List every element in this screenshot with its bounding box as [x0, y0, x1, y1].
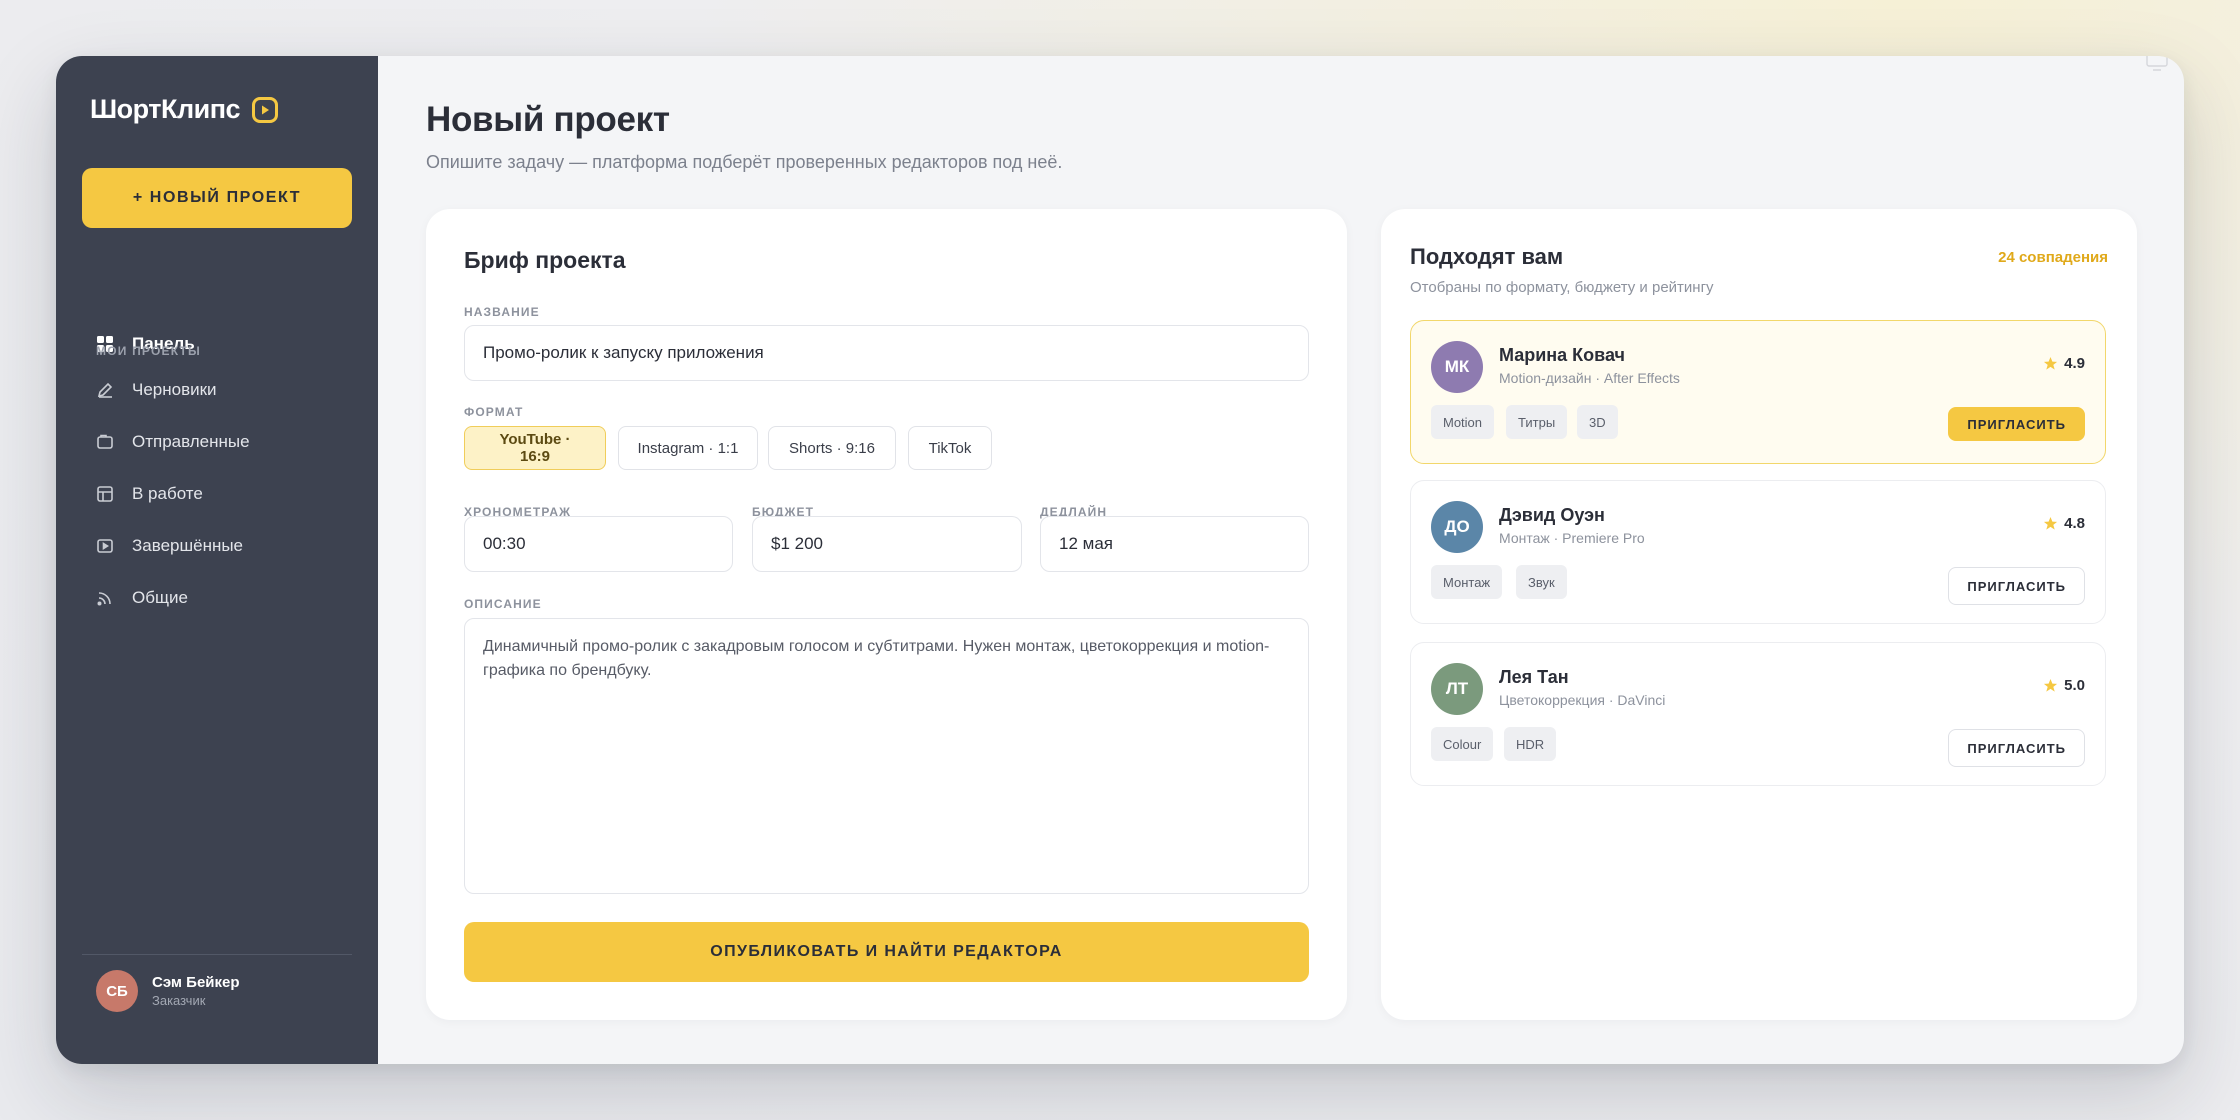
editor-card-david[interactable]: ДО Дэвид Оуэн Монтаж · Premiere Pro 4.8 …	[1410, 480, 2106, 624]
sidebar-item-label: Отправленные	[132, 432, 250, 451]
matches-subtitle: Отобраны по формату, бюджету и рейтингу	[1410, 279, 1714, 296]
new-project-button[interactable]: + НОВЫЙ ПРОЕКТ	[82, 168, 352, 228]
invite-button[interactable]: ПРИГЛАСИТЬ	[1948, 567, 2085, 605]
invite-button[interactable]: ПРИГЛАСИТЬ	[1948, 729, 2085, 767]
format-chip-shorts[interactable]: Shorts · 9:16	[768, 426, 896, 470]
play-icon	[252, 96, 279, 123]
app-window: ШортКлипс + НОВЫЙ ПРОЕКТ Панель МОИ ПРОЕ…	[56, 56, 2184, 1064]
brief-title: Бриф проекта	[464, 247, 626, 273]
format-chip-tiktok[interactable]: TikTok	[908, 426, 992, 470]
main-content: Новый проект Опишите задачу — платформа …	[378, 56, 2184, 1064]
sidebar-item-shared[interactable]: Общие	[96, 588, 188, 608]
invite-button[interactable]: ПРИГЛАСИТЬ	[1948, 407, 2085, 441]
star-icon	[2044, 678, 2058, 692]
editor-rating: 4.8	[2043, 515, 2085, 532]
editor-role: Монтаж · Premiere Pro	[1499, 530, 1645, 546]
brand-name: ШортКлипс	[90, 94, 241, 124]
matches-title: Подходят вам	[1410, 244, 1564, 269]
sidebar-item-completed[interactable]: Завершённые	[96, 536, 243, 556]
page-subtitle: Опишите задачу — платформа подберёт пров…	[426, 152, 1063, 172]
star-icon	[2044, 356, 2058, 370]
sidebar-item-label: Черновики	[132, 380, 217, 399]
format-label: ФОРМАТ	[464, 405, 524, 419]
play-square-icon	[96, 537, 114, 555]
editor-card-marina[interactable]: МК Марина Ковач Motion-дизайн · After Ef…	[1410, 320, 2106, 464]
name-label: НАЗВАНИЕ	[464, 305, 540, 319]
user-name: Сэм Бейкер	[152, 974, 240, 991]
rating-value: 4.9	[2064, 355, 2085, 372]
sidebar: ШортКлипс + НОВЫЙ ПРОЕКТ Панель МОИ ПРОЕ…	[56, 56, 378, 1064]
sidebar-item-label: Завершённые	[132, 536, 244, 555]
editor-rating: 5.0	[2043, 677, 2085, 694]
format-chip-youtube[interactable]: YouTube · 16:9	[464, 426, 606, 470]
user-profile[interactable]: СБ Сэм Бейкер Заказчик	[96, 970, 240, 1012]
sidebar-item-label: В работе	[132, 484, 203, 503]
avatar: ДО	[1431, 501, 1483, 553]
editor-name: Дэвид Оуэн	[1499, 505, 1605, 525]
rating-value: 5.0	[2064, 677, 2085, 694]
skill-tag: 3D	[1577, 405, 1618, 439]
brand[interactable]: ШортКлипс	[90, 94, 279, 125]
deadline-input[interactable]	[1040, 516, 1309, 572]
duration-input[interactable]	[464, 516, 733, 572]
editor-name: Лея Тан	[1499, 667, 1569, 687]
sidebar-divider	[82, 954, 352, 955]
avatar: ЛТ	[1431, 663, 1483, 715]
skill-tag: Монтаж	[1431, 565, 1503, 599]
section-label-my-projects: МОИ ПРОЕКТЫ	[96, 344, 201, 358]
project-brief-card: Бриф проекта НАЗВАНИЕ ФОРМАТ YouTube · 1…	[426, 209, 1347, 1020]
budget-input[interactable]	[752, 516, 1022, 572]
project-name-input[interactable]	[464, 325, 1309, 381]
avatar: МК	[1431, 341, 1483, 393]
editor-role: Motion-дизайн · After Effects	[1499, 370, 1680, 386]
matches-card: Подходят вам 24 совпадения Отобраны по ф…	[1381, 209, 2137, 1020]
monitor-icon	[2146, 56, 2168, 71]
sidebar-item-sent[interactable]: Отправленные	[96, 432, 250, 452]
matches-count-link[interactable]: 24 совпадения	[1998, 249, 2108, 266]
skill-tag: Colour	[1431, 727, 1494, 761]
editor-role: Цветокоррекция · DaVinci	[1499, 692, 1666, 708]
editor-rating: 4.9	[2043, 355, 2085, 372]
editor-name: Марина Ковач	[1499, 345, 1625, 365]
avatar: СБ	[96, 970, 138, 1012]
layout-icon	[96, 485, 114, 503]
page-title: Новый проект	[426, 100, 670, 139]
skill-tag: Motion	[1431, 405, 1495, 439]
rss-icon	[96, 589, 114, 607]
skill-tag: Титры	[1506, 405, 1568, 439]
sidebar-item-in-progress[interactable]: В работе	[96, 484, 203, 504]
description-textarea[interactable]: Динамичный промо-ролик с закадровым голо…	[464, 618, 1309, 894]
star-icon	[2044, 516, 2058, 530]
rating-value: 4.8	[2064, 515, 2085, 532]
publish-button[interactable]: ОПУБЛИКОВАТЬ И НАЙТИ РЕДАКТОРА	[464, 922, 1309, 982]
skill-tag: HDR	[1504, 727, 1557, 761]
format-chip-instagram[interactable]: Instagram · 1:1	[618, 426, 758, 470]
pencil-icon	[96, 381, 114, 399]
user-role: Заказчик	[152, 993, 206, 1008]
skill-tag: Звук	[1516, 565, 1567, 599]
sidebar-item-drafts[interactable]: Черновики	[96, 380, 217, 400]
folder-icon	[96, 433, 114, 451]
description-label: ОПИСАНИЕ	[464, 597, 542, 611]
editor-card-leya[interactable]: ЛТ Лея Тан Цветокоррекция · DaVinci 5.0 …	[1410, 642, 2106, 786]
sidebar-item-label: Общие	[132, 588, 188, 607]
